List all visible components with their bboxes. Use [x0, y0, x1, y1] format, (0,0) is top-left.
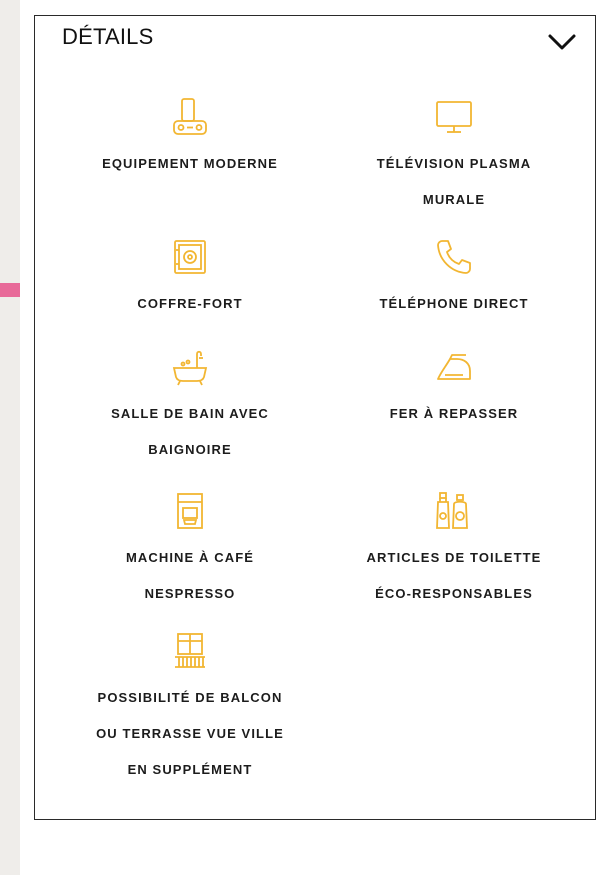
phone-icon — [437, 240, 471, 274]
feature-label: TÉLÉPHONE DIRECT — [379, 296, 529, 311]
feature-eco-toiletries: ARTICLES DE TOILETTE ÉCO-RESPONSABLES — [324, 490, 584, 612]
iron-icon — [437, 354, 471, 380]
feature-modern-equipment: EQUIPEMENT MODERNE — [60, 96, 320, 182]
tv-icon — [436, 101, 472, 133]
feature-label: ARTICLES DE TOILETTE ÉCO-RESPONSABLES — [366, 550, 542, 601]
toiletries-icon — [436, 492, 468, 529]
feature-direct-phone: TÉLÉPHONE DIRECT — [324, 236, 584, 322]
feature-iron: FER À REPASSER — [324, 346, 584, 432]
feature-label: EQUIPEMENT MODERNE — [102, 156, 278, 171]
safe-icon — [174, 240, 206, 274]
feature-balcony: POSSIBILITÉ DE BALCON OU TERRASSE VUE VI… — [60, 630, 320, 788]
details-title: DÉTAILS — [62, 24, 154, 49]
speaker-dock-icon — [173, 98, 207, 135]
bathtub-icon — [172, 350, 208, 386]
section-marker — [0, 283, 20, 297]
page-sidebar-strip — [0, 0, 20, 875]
feature-label: POSSIBILITÉ DE BALCON OU TERRASSE VUE VI… — [96, 690, 284, 777]
feature-label: TÉLÉVISION PLASMA MURALE — [376, 156, 532, 207]
chevron-down-icon[interactable] — [547, 31, 577, 53]
feature-label: COFFRE-FORT — [137, 296, 243, 311]
feature-label: MACHINE À CAFÉ NESPRESSO — [125, 550, 255, 601]
feature-bathtub: SALLE DE BAIN AVEC BAIGNOIRE — [60, 346, 320, 468]
balcony-icon — [175, 633, 205, 668]
feature-safe: COFFRE-FORT — [60, 236, 320, 322]
feature-plasma-tv: TÉLÉVISION PLASMA MURALE — [324, 96, 584, 218]
feature-coffee-machine: MACHINE À CAFÉ NESPRESSO — [60, 490, 320, 612]
feature-label: FER À REPASSER — [389, 406, 519, 421]
coffee-machine-icon — [177, 493, 203, 529]
feature-label: SALLE DE BAIN AVEC BAIGNOIRE — [111, 406, 269, 457]
